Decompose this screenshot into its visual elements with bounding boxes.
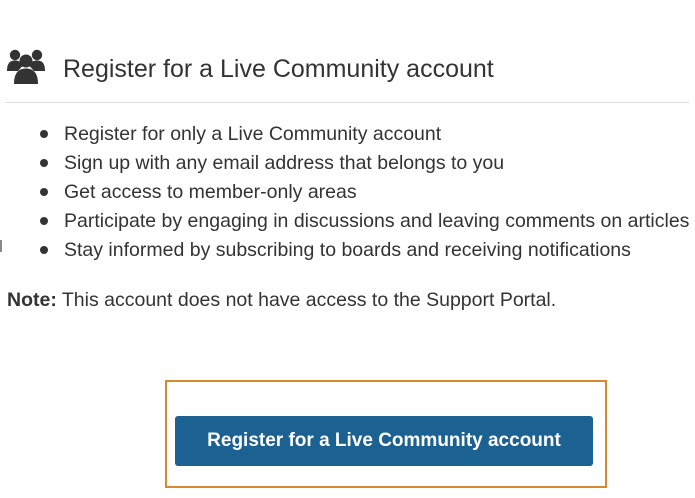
bullet-icon	[40, 130, 48, 138]
page-title: Register for a Live Community account	[63, 55, 494, 83]
note-text: Note: This account does not have access …	[7, 286, 556, 315]
note-body: This account does not have access to the…	[56, 289, 557, 311]
register-live-community-button[interactable]: Register for a Live Community account	[175, 416, 593, 466]
bullet-icon	[40, 217, 48, 225]
edge-marker	[0, 240, 2, 252]
users-group-icon	[6, 47, 46, 85]
list-item: Register for only a Live Community accou…	[0, 120, 689, 149]
bullet-icon	[40, 188, 48, 196]
list-item: Stay informed by subscribing to boards a…	[0, 236, 689, 265]
bullet-icon	[40, 159, 48, 167]
list-item: Participate by engaging in discussions a…	[0, 207, 689, 236]
section-header: Register for a Live Community account	[6, 44, 689, 103]
list-item-text: Sign up with any email address that belo…	[64, 152, 505, 174]
list-item-text: Register for only a Live Community accou…	[64, 123, 442, 145]
list-item: Sign up with any email address that belo…	[0, 149, 689, 178]
note-label: Note:	[7, 289, 57, 311]
bullet-icon	[40, 246, 48, 254]
list-item-text: Participate by engaging in discussions a…	[64, 210, 690, 232]
list-item: Get access to member-only areas	[0, 178, 689, 207]
list-item-text: Stay informed by subscribing to boards a…	[64, 239, 631, 261]
benefits-list: Register for only a Live Community accou…	[0, 120, 689, 265]
list-item-text: Get access to member-only areas	[64, 181, 357, 203]
